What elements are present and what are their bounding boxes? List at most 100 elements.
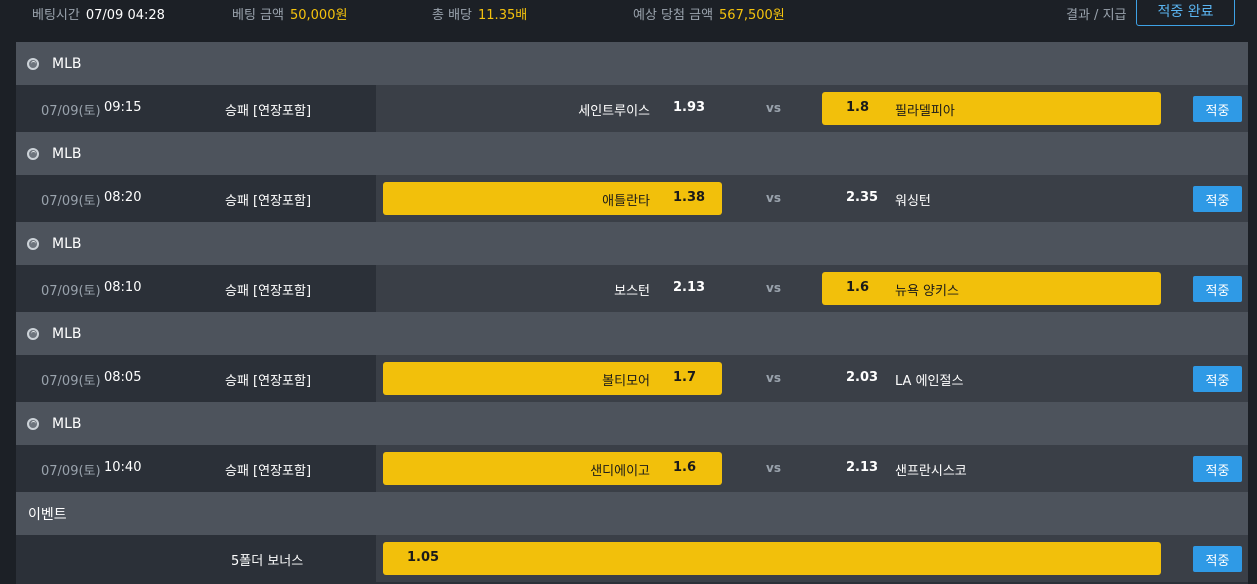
home-team: 보스턴 — [614, 284, 650, 299]
home-odds: 1.38 — [673, 190, 706, 205]
market-type: 승패 [연장포함] — [225, 284, 312, 299]
bet-time-label: 베팅시간 — [32, 8, 80, 23]
hit-result-button[interactable]: 적중 — [1193, 546, 1242, 572]
away-team: 필라델피아 — [895, 104, 955, 119]
baseball-icon — [27, 417, 39, 430]
expected-win-value: 567,500원 — [719, 8, 785, 23]
home-pick[interactable]: 보스턴 2.13 — [383, 272, 722, 305]
event-row: 5폴더 보너스 1.05 적중 — [16, 535, 1248, 582]
league-name: MLB — [52, 325, 82, 342]
bet-info: 07/09(토) 08:20 승패 [연장포함] — [16, 175, 376, 222]
bet-info: 07/09(토) 08:05 승패 [연장포함] — [16, 355, 376, 402]
bonus-odds: 1.05 — [407, 550, 440, 565]
game-date: 07/09(토) — [41, 104, 101, 119]
hit-result-button[interactable]: 적중 — [1193, 366, 1242, 392]
away-pick[interactable]: 2.35 워싱턴 — [822, 182, 1161, 215]
event-title: 이벤트 — [28, 506, 67, 523]
bet-info: 07/09(토) 08:10 승패 [연장포함] — [16, 265, 376, 312]
bet-row: 07/09(토) 08:20 승패 [연장포함] 애틀란타 1.38 vs 2.… — [16, 175, 1248, 222]
game-time: 10:40 — [104, 460, 142, 475]
bet-amount-value: 50,000원 — [289, 8, 348, 23]
game-time: 08:10 — [104, 280, 142, 295]
away-team: LA 에인절스 — [895, 374, 964, 389]
bet-summary-bar: 베팅시간 07/09 04:28 베팅 금액 50,000원 총 배당 11.35배 … — [0, 0, 1257, 30]
market-type: 승패 [연장포함] — [225, 464, 312, 479]
home-pick-selected[interactable]: 볼티모어 1.7 — [383, 362, 722, 395]
home-pick-selected[interactable]: 샌디에이고 1.6 — [383, 452, 722, 485]
away-odds: 2.03 — [846, 370, 879, 385]
bonus-name: 5폴더 보너스 — [231, 554, 304, 569]
away-team: 샌프란시스코 — [895, 464, 967, 479]
game-date: 07/09(토) — [41, 374, 101, 389]
expected-win-label: 예상 당첨 금액 — [633, 8, 714, 23]
hit-result-button[interactable]: 적중 — [1193, 456, 1242, 482]
bonus-pick-selected[interactable]: 1.05 — [383, 542, 1161, 575]
away-odds: 2.35 — [846, 190, 879, 205]
home-odds: 1.93 — [673, 100, 706, 115]
game-date: 07/09(토) — [41, 194, 101, 209]
game-time: 08:20 — [104, 190, 142, 205]
event-info: 5폴더 보너스 — [16, 535, 376, 582]
away-pick[interactable]: 2.03 LA 에인절스 — [822, 362, 1161, 395]
away-pick-selected[interactable]: 1.8 필라델피아 — [822, 92, 1161, 125]
market-type: 승패 [연장포함] — [225, 374, 312, 389]
hit-result-button[interactable]: 적중 — [1193, 186, 1242, 212]
away-pick-selected[interactable]: 1.6 뉴욕 양키스 — [822, 272, 1161, 305]
bet-row: 07/09(토) 08:10 승패 [연장포함] 보스턴 2.13 vs 1.6… — [16, 265, 1248, 312]
hit-result-button[interactable]: 적중 — [1193, 276, 1242, 302]
bet-row: 07/09(토) 09:15 승패 [연장포함] 세인트루이스 1.93 vs … — [16, 85, 1248, 132]
home-pick-selected[interactable]: 애틀란타 1.38 — [383, 182, 722, 215]
league-header: MLB — [16, 42, 1248, 85]
home-team: 애틀란타 — [602, 194, 650, 209]
away-odds: 2.13 — [846, 460, 879, 475]
event-header: 이벤트 — [16, 492, 1248, 535]
away-pick[interactable]: 2.13 샌프란시스코 — [822, 452, 1161, 485]
home-team: 샌디에이고 — [590, 464, 650, 479]
away-odds: 1.8 — [846, 100, 870, 115]
game-time: 09:15 — [104, 100, 142, 115]
baseball-icon — [27, 237, 39, 250]
bet-amount-label: 베팅 금액 — [232, 8, 284, 23]
home-odds: 2.13 — [673, 280, 706, 295]
vs-label: vs — [766, 461, 781, 475]
market-type: 승패 [연장포함] — [225, 104, 312, 119]
bet-amount: 베팅 금액 50,000원 — [232, 4, 347, 23]
vs-label: vs — [766, 371, 781, 385]
hit-result-button[interactable]: 적중 — [1193, 96, 1242, 122]
game-time: 08:05 — [104, 370, 142, 385]
bet-row: 07/09(토) 08:05 승패 [연장포함] 볼티모어 1.7 vs 2.0… — [16, 355, 1248, 402]
away-team: 워싱턴 — [895, 194, 931, 209]
league-name: MLB — [52, 55, 82, 72]
hit-complete-button[interactable]: 적중 완료 — [1136, 0, 1235, 26]
result-payout-label: 결과 / 지급 — [1066, 8, 1127, 23]
game-date: 07/09(토) — [41, 464, 101, 479]
league-header: MLB — [16, 312, 1248, 355]
bet-info: 07/09(토) 09:15 승패 [연장포함] — [16, 85, 376, 132]
league-name: MLB — [52, 235, 82, 252]
total-odds-label: 총 배당 — [432, 8, 473, 23]
league-name: MLB — [52, 145, 82, 162]
home-team: 세인트루이스 — [578, 104, 650, 119]
league-header: MLB — [16, 402, 1248, 445]
away-team: 뉴욕 양키스 — [895, 284, 959, 299]
home-pick[interactable]: 세인트루이스 1.93 — [383, 92, 722, 125]
vs-label: vs — [766, 101, 781, 115]
bet-time-value: 07/09 04:28 — [85, 8, 165, 23]
baseball-icon — [27, 327, 39, 340]
bet-row: 07/09(토) 10:40 승패 [연장포함] 샌디에이고 1.6 vs 2.… — [16, 445, 1248, 492]
league-header: MLB — [16, 132, 1248, 175]
baseball-icon — [27, 57, 39, 70]
total-odds-value: 11.35배 — [478, 8, 528, 23]
game-date: 07/09(토) — [41, 284, 101, 299]
home-odds: 1.6 — [673, 460, 697, 475]
expected-win: 예상 당첨 금액 567,500원 — [633, 4, 785, 23]
bet-info: 07/09(토) 10:40 승패 [연장포함] — [16, 445, 376, 492]
vs-label: vs — [766, 191, 781, 205]
total-odds: 총 배당 11.35배 — [432, 4, 527, 23]
baseball-icon — [27, 147, 39, 160]
league-name: MLB — [52, 415, 82, 432]
bet-list: MLB 07/09(토) 09:15 승패 [연장포함] 세인트루이스 1.93… — [16, 42, 1248, 584]
market-type: 승패 [연장포함] — [225, 194, 312, 209]
home-team: 볼티모어 — [602, 374, 650, 389]
home-odds: 1.7 — [673, 370, 697, 385]
